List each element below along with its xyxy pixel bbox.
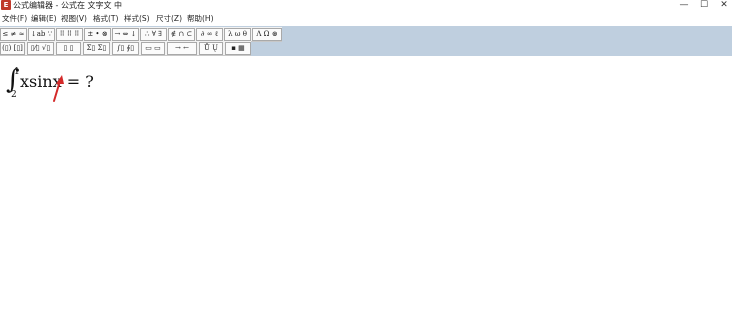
menu-help[interactable]: 帮助(H) [187, 13, 214, 25]
menu-view[interactable]: 视图(V) [61, 13, 87, 25]
menu-file[interactable]: 文件(F) [2, 13, 27, 25]
toolbar-row-templates: (▯) [▯] ▯⁄▯ √▯ ▯ ▯ Σ▯ Σ▯ ∫▯ ∮▯ ▭ ▭ → ← Ů… [0, 41, 251, 56]
fence-templates-button[interactable]: (▯) [▯] [0, 42, 25, 55]
minimize-button[interactable]: — [676, 0, 692, 11]
greek-lowercase-button[interactable]: λ ω θ [224, 28, 251, 41]
close-button[interactable]: ✕ [716, 0, 732, 11]
operator-symbols-button[interactable]: ± • ⊗ [84, 28, 111, 41]
app-logo-icon: E [1, 0, 11, 10]
formula-editing-area[interactable]: ∫ 1 2 xsinx = ? [0, 57, 732, 318]
underbar-overbar-templates-button[interactable]: ▭ ▭ [141, 42, 165, 55]
menu-style[interactable]: 样式(S) [124, 13, 150, 25]
spaces-ellipses-button[interactable]: ↓ab ∵ [28, 28, 55, 41]
maximize-button[interactable]: ☐ [696, 0, 712, 11]
fraction-radical-templates-button[interactable]: ▯⁄▯ √▯ [27, 42, 54, 55]
menu-edit[interactable]: 编辑(E) [31, 13, 57, 25]
title-bar: E 公式编辑器 - 公式在 文字文 中 — ☐ ✕ [0, 0, 732, 12]
misc-symbols-button[interactable]: ∂ ∞ ℓ [196, 28, 223, 41]
set-theory-symbols-button[interactable]: ∉ ∩ ⊂ [168, 28, 195, 41]
greek-uppercase-button[interactable]: Λ Ω ⊛ [252, 28, 282, 41]
window-title: 公式编辑器 - 公式在 文字文 中 [13, 1, 123, 10]
menu-size[interactable]: 尺寸(Z) [156, 13, 182, 25]
integral-upper-limit[interactable]: 1 [14, 67, 20, 77]
toolbar-row-symbols: ≤ ≠ ≈ ↓ab ∵ ⠿ ⠿ ⠿ ± • ⊗ → ⇔ ↓ ∴ ∀ ∃ ∉ ∩ … [0, 27, 282, 42]
products-set-templates-button[interactable]: Ů Ų [199, 42, 223, 55]
relation-symbols-button[interactable]: ≤ ≠ ≈ [0, 28, 27, 41]
menu-bar: 文件(F) 编辑(E) 视图(V) 格式(T) 样式(S) 尺寸(Z) 帮助(H… [0, 13, 732, 25]
red-annotation-arrow [53, 75, 64, 102]
embellishments-button[interactable]: ⠿ ⠿ ⠿ [56, 28, 83, 41]
arrow-symbols-button[interactable]: → ⇔ ↓ [112, 28, 139, 41]
summation-templates-button[interactable]: Σ▯ Σ▯ [83, 42, 110, 55]
integral-templates-button[interactable]: ∫▯ ∮▯ [112, 42, 139, 55]
symbol-toolbar: ≤ ≠ ≈ ↓ab ∵ ⠿ ⠿ ⠿ ± • ⊗ → ⇔ ↓ ∴ ∀ ∃ ∉ ∩ … [0, 26, 732, 56]
matrix-templates-button[interactable]: ▪ ▦ [225, 42, 251, 55]
menu-format[interactable]: 格式(T) [93, 13, 118, 25]
logical-symbols-button[interactable]: ∴ ∀ ∃ [140, 28, 167, 41]
subscript-superscript-templates-button[interactable]: ▯ ▯ [56, 42, 81, 55]
labeled-arrow-templates-button[interactable]: → ← [167, 42, 197, 55]
integral-lower-limit[interactable]: 2 [11, 90, 17, 100]
